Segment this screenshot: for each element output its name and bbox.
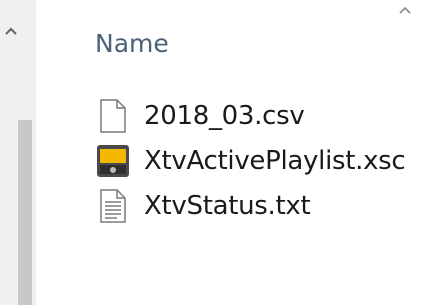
file-name: XtvActivePlaylist.xsc <box>144 146 406 176</box>
list-item[interactable]: 2018_03.csv <box>96 96 430 136</box>
sort-ascending-icon[interactable] <box>397 4 413 16</box>
list-item[interactable]: XtvActivePlaylist.xsc <box>96 141 430 181</box>
nav-pane-scrollbar[interactable] <box>0 0 36 305</box>
file-name: XtvStatus.txt <box>144 191 311 221</box>
blank-document-icon <box>96 98 130 134</box>
media-file-icon <box>96 143 130 179</box>
scrollbar-thumb[interactable] <box>18 120 32 305</box>
scroll-up-arrow-icon[interactable] <box>4 26 18 36</box>
column-header-name[interactable]: Name <box>95 24 169 64</box>
file-name: 2018_03.csv <box>144 101 305 131</box>
file-explorer-pane: Name 2018_03.csv XtvActivePlaylist.xsc X… <box>0 0 430 305</box>
list-item[interactable]: XtvStatus.txt <box>96 186 430 226</box>
text-document-icon <box>96 188 130 224</box>
